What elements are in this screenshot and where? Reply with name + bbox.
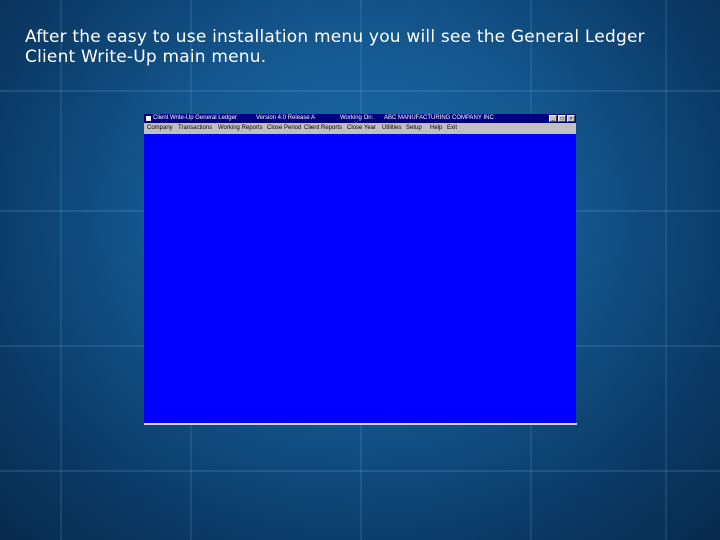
menu-company[interactable]: Company xyxy=(147,123,173,133)
minimize-button[interactable]: _ xyxy=(549,115,557,122)
app-icon[interactable] xyxy=(146,116,151,121)
menu-working-reports[interactable]: Working Reports xyxy=(218,123,263,133)
client-area xyxy=(144,134,576,424)
menu-close-year[interactable]: Close Year xyxy=(347,123,376,133)
menu-client-reports[interactable]: Client Reports xyxy=(304,123,342,133)
caption-line-1: After the easy to use installation menu … xyxy=(25,27,645,47)
menu-exit[interactable]: Exit xyxy=(447,123,457,133)
window-titlebar[interactable]: Client Write-Up General Ledger Version 4… xyxy=(144,114,576,123)
menu-close-period[interactable]: Close Period xyxy=(267,123,301,133)
maximize-button[interactable]: □ xyxy=(558,115,566,122)
menu-setup[interactable]: Setup xyxy=(406,123,422,133)
app-window-screenshot: Client Write-Up General Ledger Version 4… xyxy=(144,114,576,424)
close-button[interactable]: × xyxy=(567,115,575,122)
window-bottom-edge xyxy=(144,423,577,425)
menu-bar: Company Transactions Working Reports Clo… xyxy=(144,123,576,133)
title-working-label: Working On: xyxy=(340,115,374,121)
title-app-name: Client Write-Up General Ledger xyxy=(153,115,237,121)
slide-caption: After the easy to use installation menu … xyxy=(25,27,695,67)
menu-help[interactable]: Help xyxy=(430,123,442,133)
menu-transactions[interactable]: Transactions xyxy=(178,123,212,133)
title-company: ABC MANUFACTURING COMPANY INC xyxy=(384,115,494,121)
title-version: Version 4.0 Release A xyxy=(256,115,316,121)
caption-line-2: Client Write-Up main menu. xyxy=(25,47,267,67)
menu-utilities[interactable]: Utilities xyxy=(382,123,401,133)
